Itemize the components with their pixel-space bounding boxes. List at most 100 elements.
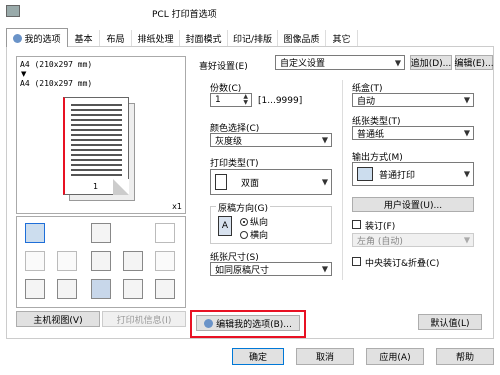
printer-info-button: 打印机信息(I) [102,311,186,327]
user-icon [57,279,77,299]
my-options-tab-icon [13,33,23,43]
ok-button[interactable]: 确定 [232,348,284,365]
text-line [71,134,122,136]
tray-value: 自动 [357,96,376,107]
text-line [71,159,122,161]
orientation-label: 原稿方向(G) [216,201,270,214]
text-line [71,169,122,171]
apply-button[interactable]: 应用(A) [366,348,424,365]
text-line [71,149,122,151]
binding-checkbox[interactable] [352,220,361,229]
copies-input[interactable]: 1 ▲ ▼ [210,93,252,107]
color-select[interactable]: 灰度级 ▼ [210,133,332,147]
portrait-label: 纵向 [250,218,269,228]
text-line [71,104,122,106]
radio-selected-icon [240,218,248,226]
print-type-label: 打印类型(T) [210,159,259,169]
chevron-down-icon: ▼ [463,95,470,105]
chevron-down-icon: ▼ [394,58,401,67]
tab-my-options[interactable]: 我的选项 [6,28,68,47]
binding-position-value: 左角 (自动) [357,236,403,247]
default-button[interactable]: 默认值(L) [418,314,482,330]
pages-icon [25,251,45,271]
paper-size-text-2: A4 (210x297 mm) [20,79,93,88]
chevron-down-icon: ▼ [21,70,27,78]
printer-app-icon [6,5,20,17]
tab-image-quality[interactable]: 图像品质 [278,30,326,46]
edit-my-options-button[interactable]: 编辑我的选项(B)... [196,315,300,331]
tab-label: 其它 [332,34,351,45]
text-line [71,139,122,141]
settings-page-icon [155,279,175,299]
page-number-icon [123,251,143,271]
text-line [71,109,122,111]
favorites-value: 自定义设置 [280,59,326,69]
text-line [71,124,122,126]
radio-icon [240,231,248,239]
printer-view-button[interactable]: 主机视图(V) [16,311,100,327]
center-staple-checkbox[interactable] [352,257,361,266]
page-preview: A4 (210x297 mm) ▼ A4 (210x297 mm) 1 x1 [16,56,186,214]
user-settings-button[interactable]: 用户设置(U)... [352,197,474,212]
add-favorite-button[interactable]: 追加(D)... [410,55,452,70]
output-value: 普通打印 [379,170,416,181]
page-front-sheet: 1 [63,97,129,195]
orientation-portrait-radio[interactable]: 纵向 [240,215,268,228]
paper-type-select[interactable]: 普通纸 ▼ [352,126,474,140]
output-select[interactable]: 普通打印 ▼ [352,162,474,186]
spin-icon[interactable]: ▲ ▼ [243,94,248,106]
favorites-select[interactable]: 自定义设置 ▼ [275,55,405,70]
duplex-icon [215,174,227,190]
tab-label: 封面模式 [185,34,222,45]
window-title: PCL 打印首选项 [152,10,217,20]
tab-stamp-composition[interactable]: 印记/排版 [228,30,278,46]
letter-a-icon [91,251,111,271]
text-line [71,154,122,156]
chevron-down-icon: ▼ [321,177,328,187]
binding-position-select: 左角 (自动) ▼ [352,233,474,247]
column-divider [342,80,343,280]
print-type-select[interactable]: 双面 ▼ [210,169,332,195]
text-line [71,164,122,166]
page-number: 1 [93,182,99,191]
tab-cover-mode[interactable]: 封面模式 [180,30,228,46]
output-tray-icon [25,223,45,243]
text-line [71,114,122,116]
text-line [71,119,122,121]
tab-basic[interactable]: 基本 [68,30,100,46]
chevron-down-icon: ▼ [321,264,328,274]
tab-label: 我的选项 [24,34,61,45]
paper-size-select[interactable]: 如同原稿尺寸 ▼ [210,262,332,276]
text-line [71,174,122,176]
multi-pages-icon [57,251,77,271]
portrait-page-icon: A [218,216,232,236]
duplex-page-icon [91,223,111,243]
tab-label: 基本 [74,34,93,45]
device-image-panel [16,216,186,308]
page-curl [113,179,129,195]
tray-select[interactable]: 自动 ▼ [352,93,474,107]
cancel-button[interactable]: 取消 [296,348,354,365]
help-button[interactable]: 帮助 [436,348,494,365]
edit-options-label: 编辑我的选项(B)... [216,319,292,330]
tab-other[interactable]: 其它 [326,30,358,46]
tab-finishing[interactable]: 排纸处理 [132,30,180,46]
security-user-icon [91,279,111,299]
tab-label: 图像品质 [283,34,320,45]
title-bar: PCL 打印首选项 [0,0,500,24]
orientation-landscape-radio[interactable]: 横向 [240,228,268,241]
chevron-down-icon: ▼ [463,128,470,138]
booklet-icon [123,279,143,299]
tab-label: 布局 [106,34,125,45]
landscape-label: 横向 [250,231,269,241]
binding-label: 装订(F) [365,222,396,232]
puzzle-icon [155,223,175,243]
tab-layout[interactable]: 布局 [100,30,132,46]
tab-label: 印记/排版 [232,34,273,45]
chevron-down-icon: ▼ [321,135,328,145]
edit-favorite-button[interactable]: 编辑(E)... [454,55,494,70]
center-staple-label: 中央装订&折叠(C) [365,259,440,269]
text-line [71,144,122,146]
paper-type-value: 普通纸 [357,129,385,140]
staple-icon [155,251,175,271]
